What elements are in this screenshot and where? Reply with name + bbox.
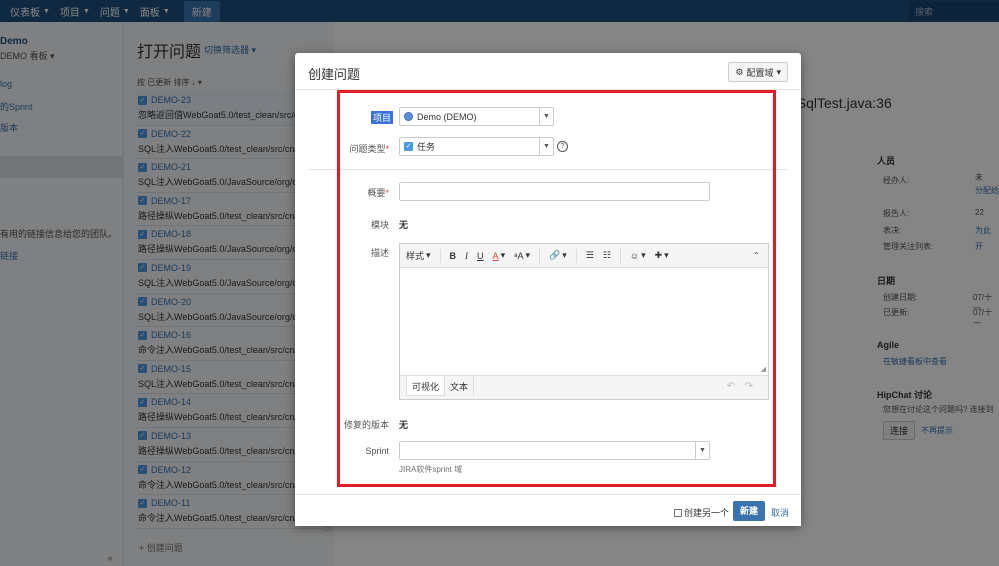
dialog-title: 创建问题 [308, 67, 361, 82]
gear-icon: ⚙ [735, 66, 744, 77]
configure-fields-label: 配置域 [746, 67, 774, 78]
create-another-checkbox[interactable]: 创建另一个 [674, 506, 729, 519]
create-button[interactable]: 新建 [733, 501, 766, 521]
checkbox-icon [674, 508, 682, 517]
chevron-down-icon: ▾ [776, 66, 781, 77]
configure-fields-button[interactable]: ⚙ 配置域 ▾ [728, 62, 788, 82]
create-another-label: 创建另一个 [684, 508, 730, 518]
cancel-button[interactable]: 取消 [771, 506, 789, 519]
dialog-footer: 创建另一个 新建 取消 [295, 494, 801, 526]
create-issue-dialog: 创建问题 ⚙ 配置域 ▾ 项目 Demo (DEMO) ▼ 问题类型* ✓ 任务… [295, 53, 801, 526]
dialog-header: 创建问题 ⚙ 配置域 ▾ [295, 53, 801, 90]
highlight-annotation [337, 90, 776, 487]
